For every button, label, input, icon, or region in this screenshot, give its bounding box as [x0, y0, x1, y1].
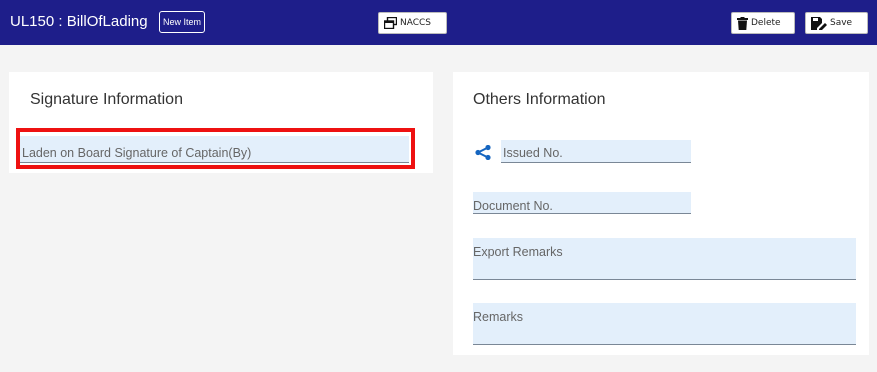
save-edit-icon — [811, 16, 827, 30]
window-icon — [384, 17, 397, 29]
trash-icon — [737, 16, 748, 30]
delete-button[interactable]: Delete — [731, 12, 795, 34]
save-button[interactable]: Save — [805, 12, 868, 34]
highlight-box — [16, 128, 415, 169]
remarks-field[interactable]: Remarks — [473, 303, 856, 345]
naccs-button[interactable]: NACCS — [378, 12, 447, 34]
others-information-title: Others Information — [473, 91, 606, 108]
export-remarks-field[interactable]: Export Remarks — [473, 238, 856, 280]
export-remarks-label: Export Remarks — [473, 245, 563, 259]
document-no-field[interactable]: Document No. — [473, 192, 691, 214]
signature-information-title: Signature Information — [30, 91, 183, 108]
new-item-badge: New Item — [159, 11, 206, 33]
naccs-button-label: NACCS — [400, 18, 432, 28]
document-no-label: Document No. — [473, 199, 553, 213]
issued-no-field[interactable]: Issued No. — [501, 140, 691, 163]
page-title: UL150 : BillOfLading — [10, 13, 148, 30]
save-button-label: Save — [830, 18, 853, 28]
remarks-label: Remarks — [473, 310, 524, 324]
issued-no-label: Issued No. — [503, 146, 563, 160]
share-icon[interactable] — [475, 144, 491, 165]
top-bar: UL150 : BillOfLading New Item NACCS Dele… — [0, 0, 877, 45]
delete-button-label: Delete — [751, 18, 781, 28]
